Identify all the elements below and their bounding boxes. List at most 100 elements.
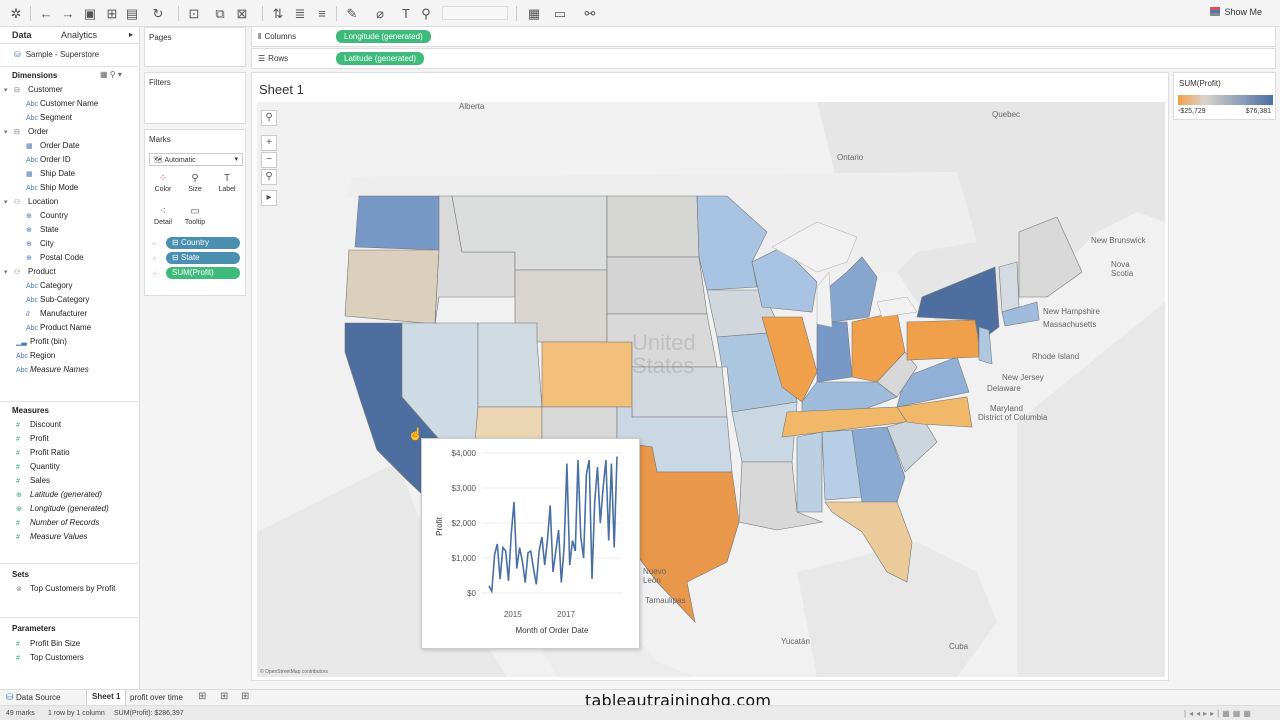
set-top-customers-by-profit[interactable]: ⊚ Top Customers by Profit bbox=[16, 584, 115, 593]
pill-country[interactable]: ⊟ Country bbox=[166, 237, 240, 249]
show-labels-icon[interactable]: T bbox=[398, 6, 414, 22]
redo-icon[interactable]: → bbox=[60, 6, 76, 22]
folder-product[interactable]: ▾ ⚇ Product bbox=[4, 267, 56, 276]
duplicate-sheet-icon[interactable]: ⧉ bbox=[212, 6, 228, 22]
new-datasource-icon[interactable]: ⊞ bbox=[104, 6, 120, 22]
show-me-button[interactable]: Show Me bbox=[1210, 7, 1262, 17]
sort-descending-icon[interactable]: ≡ bbox=[314, 6, 330, 22]
divider bbox=[0, 563, 140, 564]
field-label: Quantity bbox=[30, 462, 60, 471]
field-region[interactable]: Abc Region bbox=[16, 351, 55, 360]
size-button[interactable]: ⚲ Size bbox=[181, 172, 209, 200]
mark-type-dropdown[interactable]: 🗺 Automatic ▾ bbox=[149, 153, 243, 166]
clear-sheet-icon[interactable]: ⊠ bbox=[234, 6, 250, 22]
map-label-alberta: Alberta bbox=[459, 102, 485, 111]
field-quantity[interactable]: # Quantity bbox=[16, 462, 60, 471]
field-discount[interactable]: # Discount bbox=[16, 420, 61, 429]
folder-label: Location bbox=[28, 197, 59, 206]
field-profit[interactable]: # Profit bbox=[16, 434, 49, 443]
field-label: Segment bbox=[40, 113, 73, 122]
zoom-in-icon[interactable]: + bbox=[261, 135, 277, 151]
field-label: Manufacturer bbox=[40, 309, 88, 318]
field-measure-names[interactable]: Abc Measure Names bbox=[16, 365, 89, 374]
expand-toolbar-icon[interactable]: ▸ bbox=[261, 190, 277, 206]
folder-customer[interactable]: ▾ ⊟ Customer bbox=[4, 85, 63, 94]
sort-ascending-icon[interactable]: ≣ bbox=[292, 6, 308, 22]
tab-data-source[interactable]: Data Source bbox=[16, 693, 60, 702]
map-label-district-of-columbia: District of Columbia bbox=[978, 413, 1048, 422]
share-icon[interactable]: ⚯ bbox=[582, 6, 598, 22]
field-manufacturer[interactable]: ∂ Manufacturer bbox=[26, 309, 87, 318]
tooltip-button[interactable]: ▭ Tooltip bbox=[181, 205, 209, 233]
highlight-icon[interactable]: ✎ bbox=[344, 6, 360, 22]
new-worksheet-icon[interactable]: ⊡ bbox=[186, 6, 202, 22]
field-city[interactable]: ⊕ City bbox=[26, 239, 54, 248]
presentation-mode-icon[interactable]: ▭ bbox=[552, 6, 568, 22]
map[interactable]: Alberta Quebec Ontario New Brunswick Nov… bbox=[257, 102, 1165, 677]
sheet-navigation-icons[interactable]: |◂◂▸▸|▦▦▦ bbox=[1184, 709, 1254, 718]
field-profit-ratio[interactable]: # Profit Ratio bbox=[16, 448, 70, 457]
fix-axes-icon[interactable]: ⚲ bbox=[418, 6, 434, 22]
pill-state[interactable]: ⊟ State bbox=[166, 252, 240, 264]
field-order-id[interactable]: Abc Order ID bbox=[26, 155, 71, 164]
field-category[interactable]: Abc Category bbox=[26, 281, 72, 290]
tableau-logo-icon[interactable]: ✲ bbox=[8, 6, 24, 22]
parameter-profit-bin-size[interactable]: # Profit Bin Size bbox=[16, 639, 80, 648]
field-ship-date[interactable]: ▦ Ship Date bbox=[26, 169, 75, 178]
field-postal-code[interactable]: ⊕ Postal Code bbox=[26, 253, 84, 262]
field-ship-mode[interactable]: Abc Ship Mode bbox=[26, 183, 78, 192]
swap-rows-columns-icon[interactable]: ⇅ bbox=[270, 6, 286, 22]
field-state[interactable]: ⊕ State bbox=[26, 225, 59, 234]
field-latitude[interactable]: ⊕ Latitude (generated) bbox=[16, 490, 102, 499]
legend-min: -$25,729 bbox=[1178, 108, 1206, 115]
datasource-item[interactable]: ⛁ Sample - Superstore bbox=[14, 50, 99, 59]
tab-analytics[interactable]: Analytics bbox=[61, 30, 97, 40]
folder-location[interactable]: ▾ ⚇ Location bbox=[4, 197, 58, 206]
new-story-icon[interactable]: ⊞ bbox=[241, 691, 249, 702]
new-dashboard-icon[interactable]: ⊞ bbox=[220, 691, 228, 702]
columns-shelf[interactable]: ⦀ Columns Longitude (generated) bbox=[251, 26, 1276, 47]
field-profit-bin[interactable]: ▁▃ Profit (bin) bbox=[16, 337, 67, 346]
pin-icon[interactable]: ⚲ bbox=[261, 169, 277, 185]
field-product-name[interactable]: Abc Product Name bbox=[26, 323, 91, 332]
label-button[interactable]: T Label bbox=[213, 172, 241, 200]
field-sales[interactable]: # Sales bbox=[16, 476, 50, 485]
pill-sum-profit[interactable]: SUM(Profit) bbox=[166, 267, 240, 279]
group-members-icon[interactable]: ⌀ bbox=[372, 6, 388, 22]
new-worksheet-icon[interactable]: ⊞ bbox=[198, 691, 206, 702]
color-legend[interactable]: SUM(Profit) -$25,729 $76,381 bbox=[1173, 72, 1276, 120]
zoom-out-icon[interactable]: − bbox=[261, 152, 277, 168]
parameter-top-customers[interactable]: # Top Customers bbox=[16, 653, 84, 662]
field-order-date[interactable]: ▦ Order Date bbox=[26, 141, 80, 150]
fit-dropdown[interactable] bbox=[442, 6, 508, 20]
undo-icon[interactable]: ← bbox=[38, 6, 54, 22]
field-segment[interactable]: Abc Segment bbox=[26, 113, 72, 122]
columns-label: ⦀ Columns bbox=[258, 32, 296, 42]
save-icon[interactable]: ▣ bbox=[82, 6, 98, 22]
field-number-of-records[interactable]: # Number of Records bbox=[16, 518, 99, 527]
chevron-icon[interactable]: ▸ bbox=[129, 30, 133, 39]
pause-updates-icon[interactable]: ▤ bbox=[124, 6, 140, 22]
state-utah bbox=[477, 322, 543, 408]
color-button[interactable]: ⁘ Color bbox=[149, 172, 177, 200]
pill-longitude[interactable]: Longitude (generated) bbox=[336, 30, 431, 43]
tab-data[interactable]: Data bbox=[12, 30, 32, 40]
folder-order[interactable]: ▾ ⊟ Order bbox=[4, 127, 48, 136]
pages-card[interactable]: Pages bbox=[144, 27, 246, 67]
map-search-icon[interactable]: ⚲ bbox=[261, 110, 277, 126]
rows-shelf[interactable]: ☰ Rows Latitude (generated) bbox=[251, 48, 1276, 69]
field-measure-values[interactable]: # Measure Values bbox=[16, 532, 88, 541]
field-country[interactable]: ⊕ Country bbox=[26, 211, 68, 220]
field-sub-category[interactable]: Abc Sub-Category bbox=[26, 295, 89, 304]
status-sum: SUM(Profit): $286,397 bbox=[114, 710, 184, 717]
filters-card[interactable]: Filters bbox=[144, 72, 246, 124]
view-options-icon[interactable]: ▦ ⚲ ▾ bbox=[100, 70, 122, 79]
show-cards-icon[interactable]: ▦ bbox=[526, 6, 542, 22]
tab-profit-over-time[interactable]: profit over time bbox=[130, 693, 183, 702]
tab-sheet-1[interactable]: Sheet 1 bbox=[86, 690, 127, 705]
refresh-icon[interactable]: ↻ bbox=[150, 6, 166, 22]
detail-button[interactable]: ⁖ Detail bbox=[149, 205, 177, 233]
field-customer-name[interactable]: Abc Customer Name bbox=[26, 99, 98, 108]
field-longitude[interactable]: ⊕ Longitude (generated) bbox=[16, 504, 109, 513]
pill-latitude[interactable]: Latitude (generated) bbox=[336, 52, 425, 65]
